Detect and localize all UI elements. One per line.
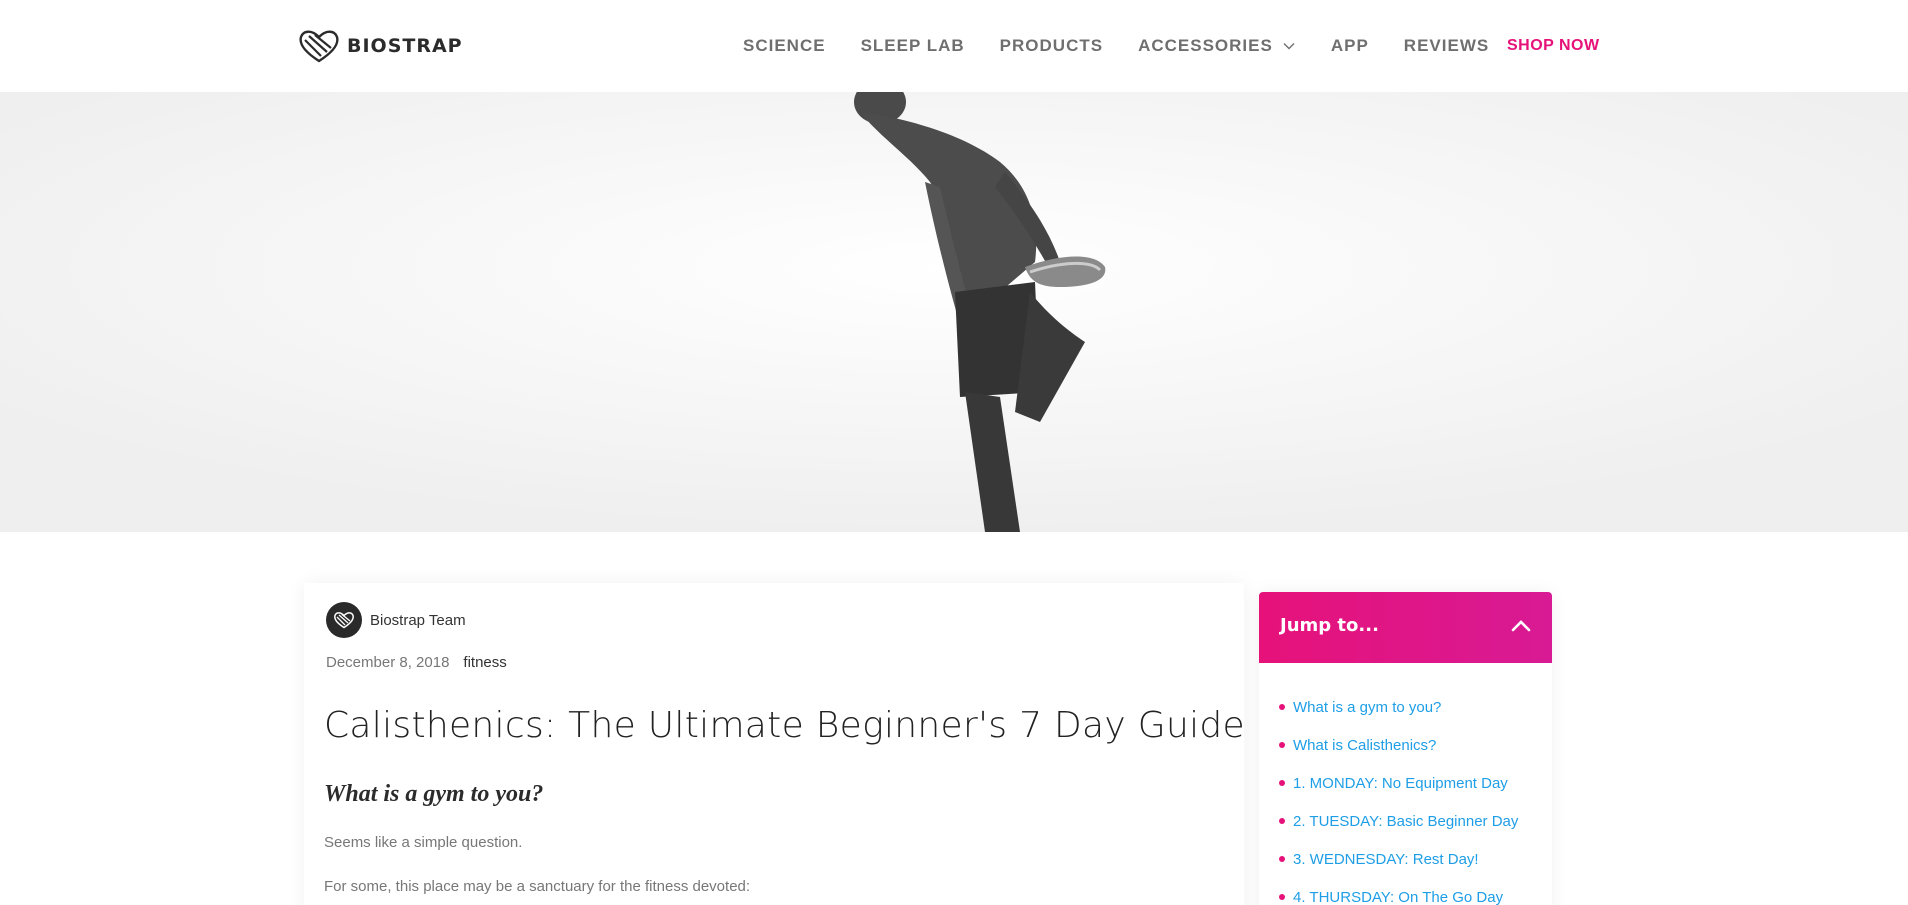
toc-item[interactable]: What is a gym to you? [1279, 688, 1518, 726]
toc-item-label: What is a gym to you? [1293, 698, 1442, 716]
nav-item-accessories[interactable]: ACCESSORIES [1138, 36, 1296, 56]
bullet-icon [1279, 818, 1285, 824]
toc-item[interactable]: 1. MONDAY: No Equipment Day [1279, 764, 1518, 802]
nav-item-app[interactable]: APP [1331, 36, 1369, 56]
brand-name: BIOSTRAP [347, 35, 463, 57]
toc-item-label: 3. WEDNESDAY: Rest Day! [1293, 850, 1479, 868]
toc-item[interactable]: 2. TUESDAY: Basic Beginner Day [1279, 802, 1518, 840]
author-name: Biostrap Team [370, 611, 466, 629]
toc-header[interactable]: Jump to... [1259, 592, 1552, 663]
nav-label: PRODUCTS [999, 36, 1104, 55]
nav-label: REVIEWS [1403, 36, 1490, 55]
page-title: Calisthenics: The Ultimate Beginner's 7 … [324, 705, 1245, 746]
chevron-down-icon [1283, 43, 1295, 50]
heart-logo-icon [334, 612, 354, 629]
article-card: Biostrap Team December 8, 2018 fitness C… [304, 583, 1245, 905]
toc-item[interactable]: 4. THURSDAY: On The Go Day [1279, 878, 1518, 905]
category-link[interactable]: fitness [463, 654, 506, 671]
nav-label: ACCESSORIES [1138, 36, 1273, 55]
main-nav: SCIENCE SLEEP LAB PRODUCTS ACCESSORIES A… [743, 36, 1524, 56]
nav-label: SLEEP LAB [860, 36, 965, 55]
publish-date: December 8, 2018 [326, 654, 450, 671]
article-paragraph: Seems like a simple question. [324, 834, 523, 851]
brand-logo[interactable]: BIOSTRAP [297, 28, 463, 64]
bullet-icon [1279, 894, 1285, 900]
toc-list: What is a gym to you? What is Calistheni… [1279, 688, 1518, 905]
toc-item-label: 1. MONDAY: No Equipment Day [1293, 774, 1508, 792]
site-header: BIOSTRAP SCIENCE SLEEP LAB PRODUCTS ACCE… [0, 0, 1908, 92]
toc-item[interactable]: What is Calisthenics? [1279, 726, 1518, 764]
heart-logo-icon [299, 30, 339, 63]
nav-label: SCIENCE [743, 36, 826, 55]
nav-item-science[interactable]: SCIENCE [743, 36, 826, 56]
nav-item-sleep-lab[interactable]: SLEEP LAB [861, 36, 965, 56]
author-byline[interactable]: Biostrap Team [326, 602, 466, 638]
person-stretching-leg-photo [0, 92, 1908, 532]
section-heading: What is a gym to you? [324, 781, 544, 807]
toc-title: Jump to... [1280, 615, 1379, 636]
bullet-icon [1279, 780, 1285, 786]
nav-label: APP [1330, 36, 1369, 55]
bullet-icon [1279, 704, 1285, 710]
article-paragraph: For some, this place may be a sanctuary … [324, 878, 751, 895]
toc-item-label: 4. THURSDAY: On The Go Day [1293, 888, 1504, 905]
toc-item-label: What is Calisthenics? [1293, 736, 1437, 754]
toc-item[interactable]: 3. WEDNESDAY: Rest Day! [1279, 840, 1518, 878]
article-meta: December 8, 2018 fitness [326, 654, 507, 671]
avatar [326, 602, 362, 638]
bullet-icon [1279, 856, 1285, 862]
bullet-icon [1279, 742, 1285, 748]
shop-now-button[interactable]: SHOP NOW [1507, 37, 1600, 55]
toc-item-label: 2. TUESDAY: Basic Beginner Day [1293, 812, 1519, 830]
chevron-up-icon[interactable] [1511, 618, 1531, 634]
nav-item-products[interactable]: PRODUCTS [1000, 36, 1103, 56]
nav-item-reviews[interactable]: REVIEWS [1404, 36, 1489, 56]
hero-image [0, 92, 1908, 532]
table-of-contents: Jump to... What is a gym to you? What is… [1259, 592, 1552, 905]
